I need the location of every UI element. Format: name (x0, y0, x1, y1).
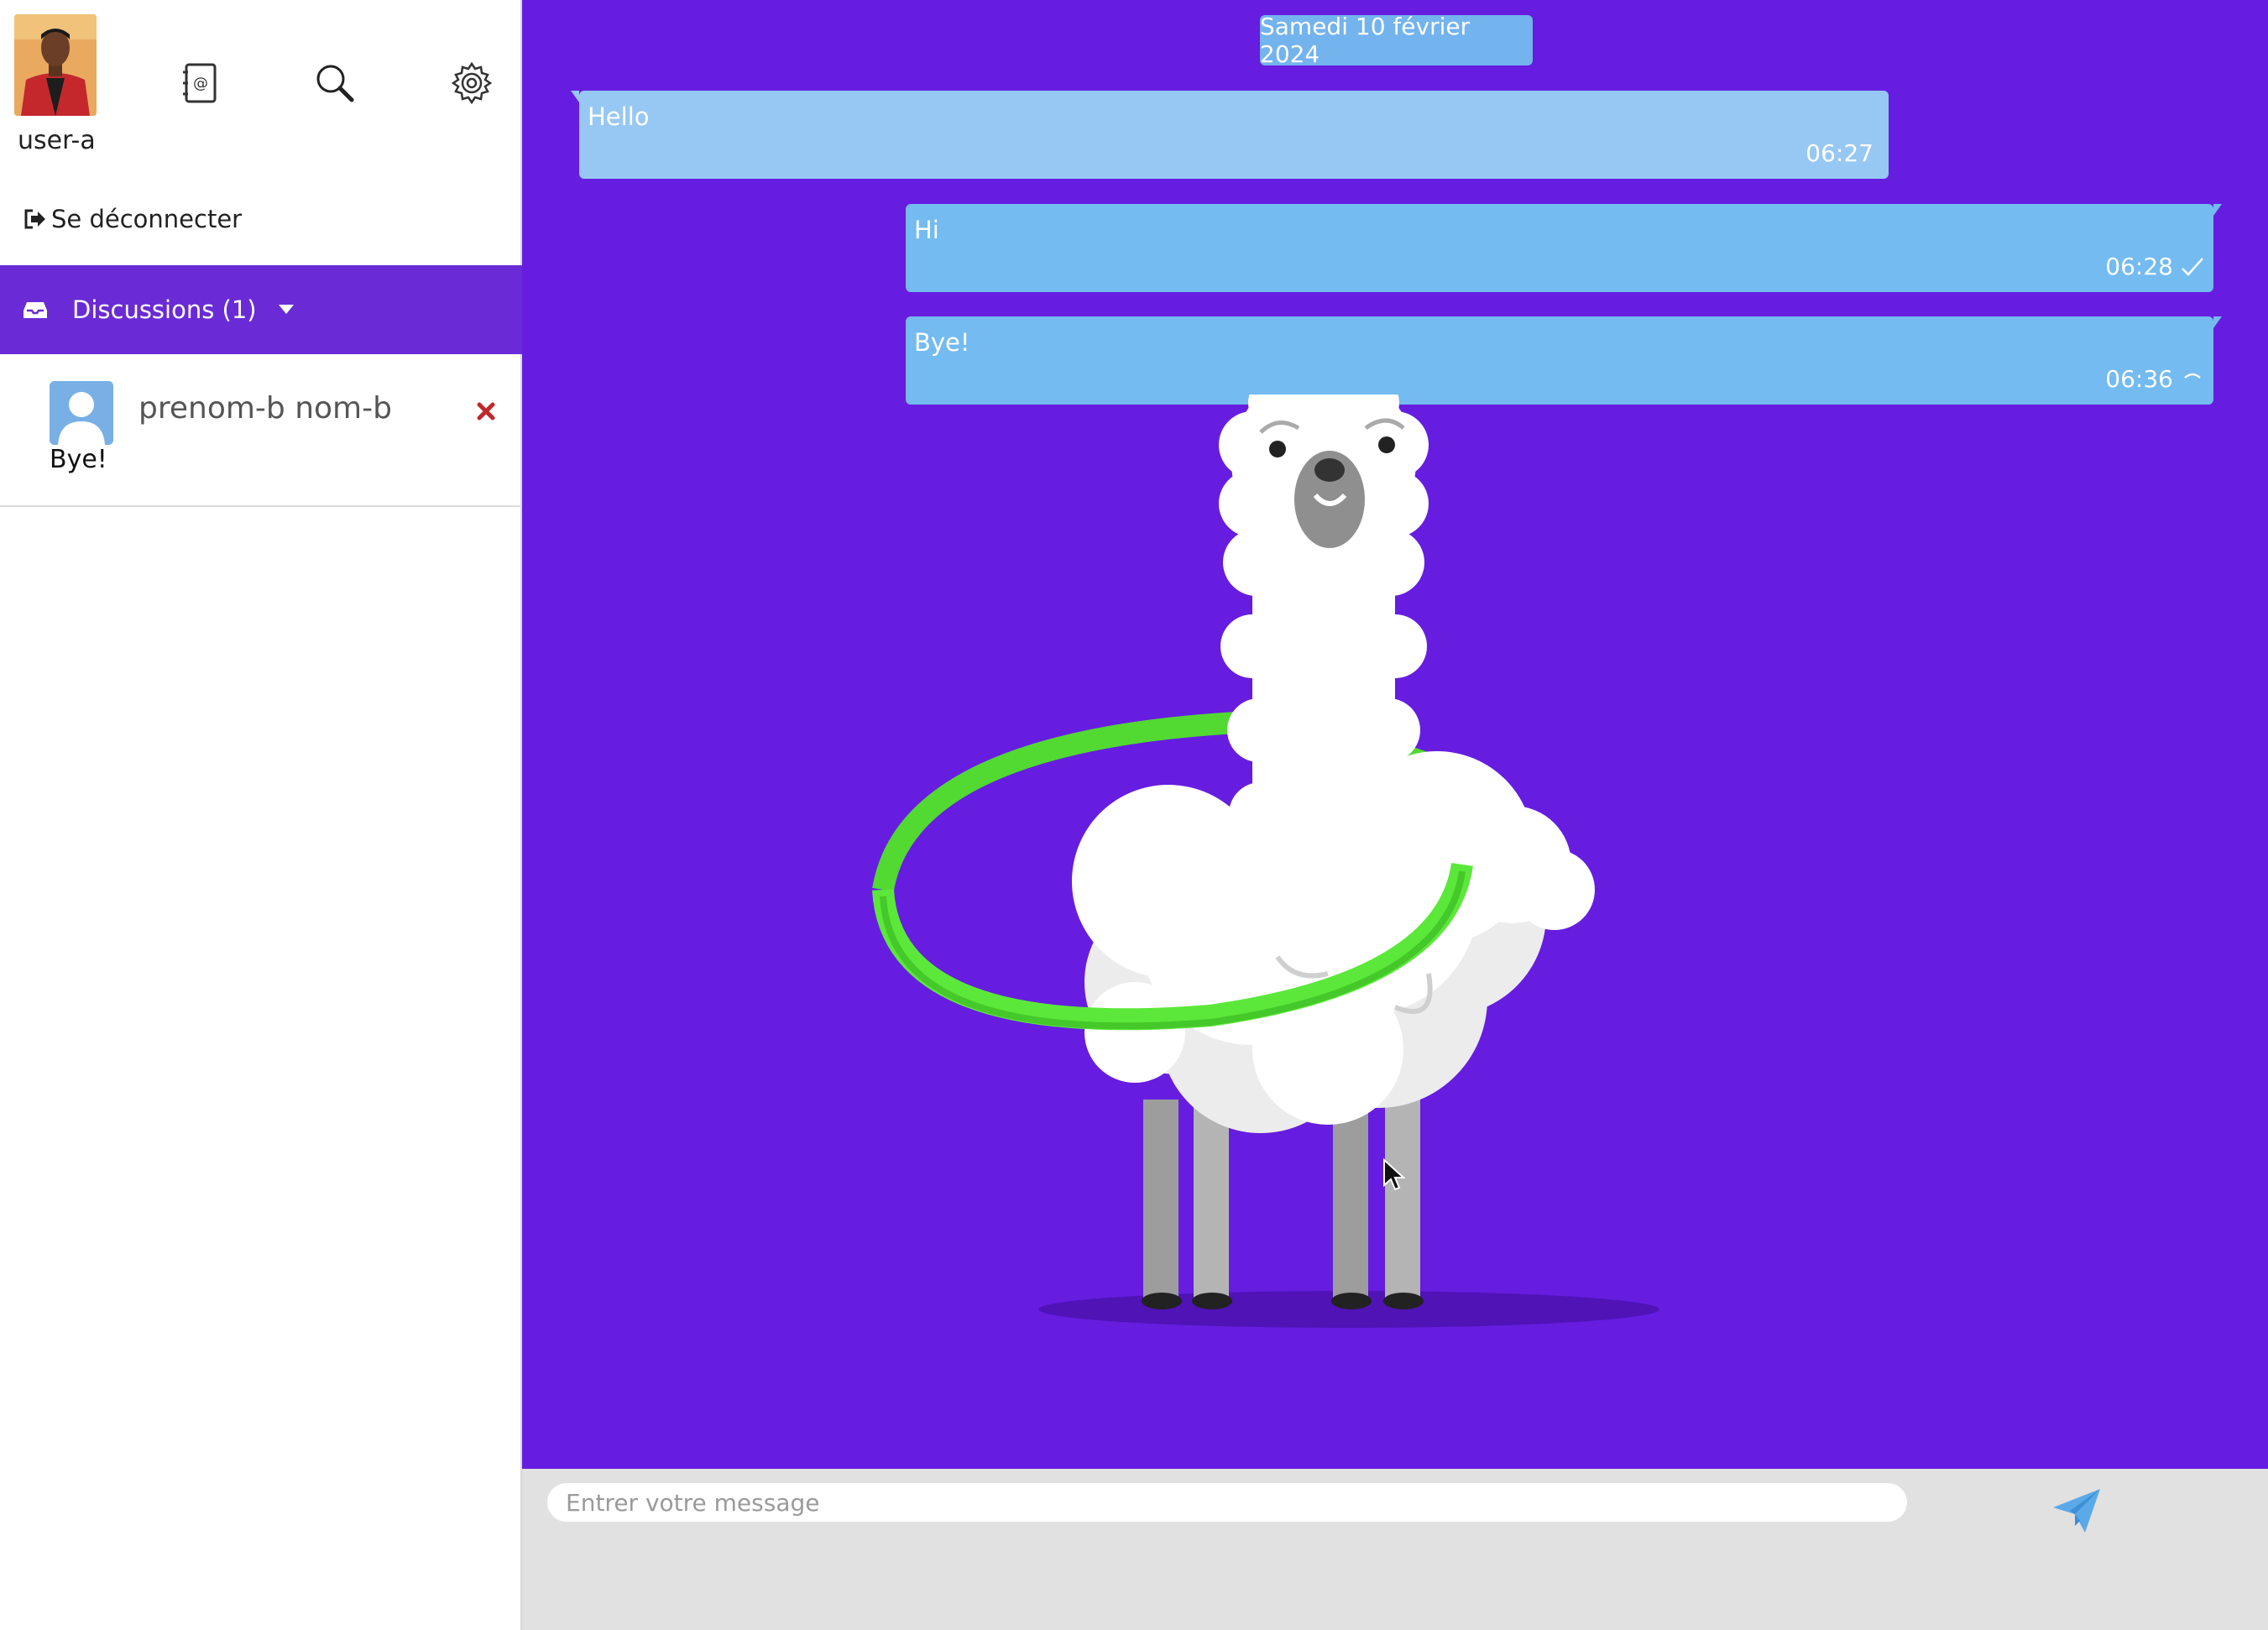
message-text: Bye! (914, 328, 970, 357)
discussions-label: Discussions (1) (72, 295, 257, 324)
inbox-icon (24, 302, 47, 318)
chat-panel: Samedi 10 février 2024 Hello 06:27 Hi 06… (522, 0, 2268, 1469)
mouse-cursor-icon (1383, 1158, 1406, 1191)
close-icon[interactable] (476, 401, 496, 421)
logout-label: Se déconnecter (51, 205, 243, 233)
message-text: Hi (914, 216, 939, 244)
pending-icon (2184, 373, 2201, 379)
profile-header: user-a @ Se déconnecter (0, 0, 522, 265)
conversation-name: prenom-b nom-b (138, 391, 392, 426)
message-text: Hello (588, 102, 650, 131)
contact-avatar-icon (50, 381, 113, 445)
conversation-last-message: Bye! (50, 445, 107, 474)
address-book-icon[interactable]: @ (178, 60, 223, 106)
search-icon[interactable] (312, 60, 358, 106)
message-outgoing[interactable]: Bye! 06:36 (906, 316, 2222, 405)
chevron-down-icon (278, 305, 294, 314)
svg-text:@: @ (193, 75, 208, 92)
llama-illustration (872, 394, 1659, 1328)
message-incoming[interactable]: Hello 06:27 (571, 91, 1889, 179)
message-input[interactable] (547, 1483, 1907, 1522)
send-icon (2053, 1489, 2100, 1533)
message-outgoing[interactable]: Hi 06:28 (906, 204, 2222, 292)
message-time: 06:36 (2105, 365, 2173, 393)
logout-icon (24, 209, 45, 229)
conversation-item[interactable]: prenom-b nom-b Bye! (0, 354, 522, 507)
avatar-photo (14, 14, 97, 116)
check-icon (2182, 258, 2203, 276)
logout-button[interactable]: Se déconnecter (23, 205, 242, 233)
send-button[interactable] (2050, 1486, 2103, 1536)
message-time: 06:27 (1806, 139, 1873, 167)
username: user-a (18, 126, 96, 155)
date-separator: Samedi 10 février 2024 (1260, 13, 1533, 68)
sidebar: user-a @ Se déconnecter Discussions (1) … (0, 0, 522, 1630)
gear-icon[interactable] (449, 60, 494, 106)
discussions-toggle[interactable]: Discussions (1) (0, 265, 522, 354)
message-composer (522, 1469, 2268, 1630)
user-avatar[interactable] (14, 14, 97, 116)
message-time: 06:28 (2105, 253, 2173, 280)
